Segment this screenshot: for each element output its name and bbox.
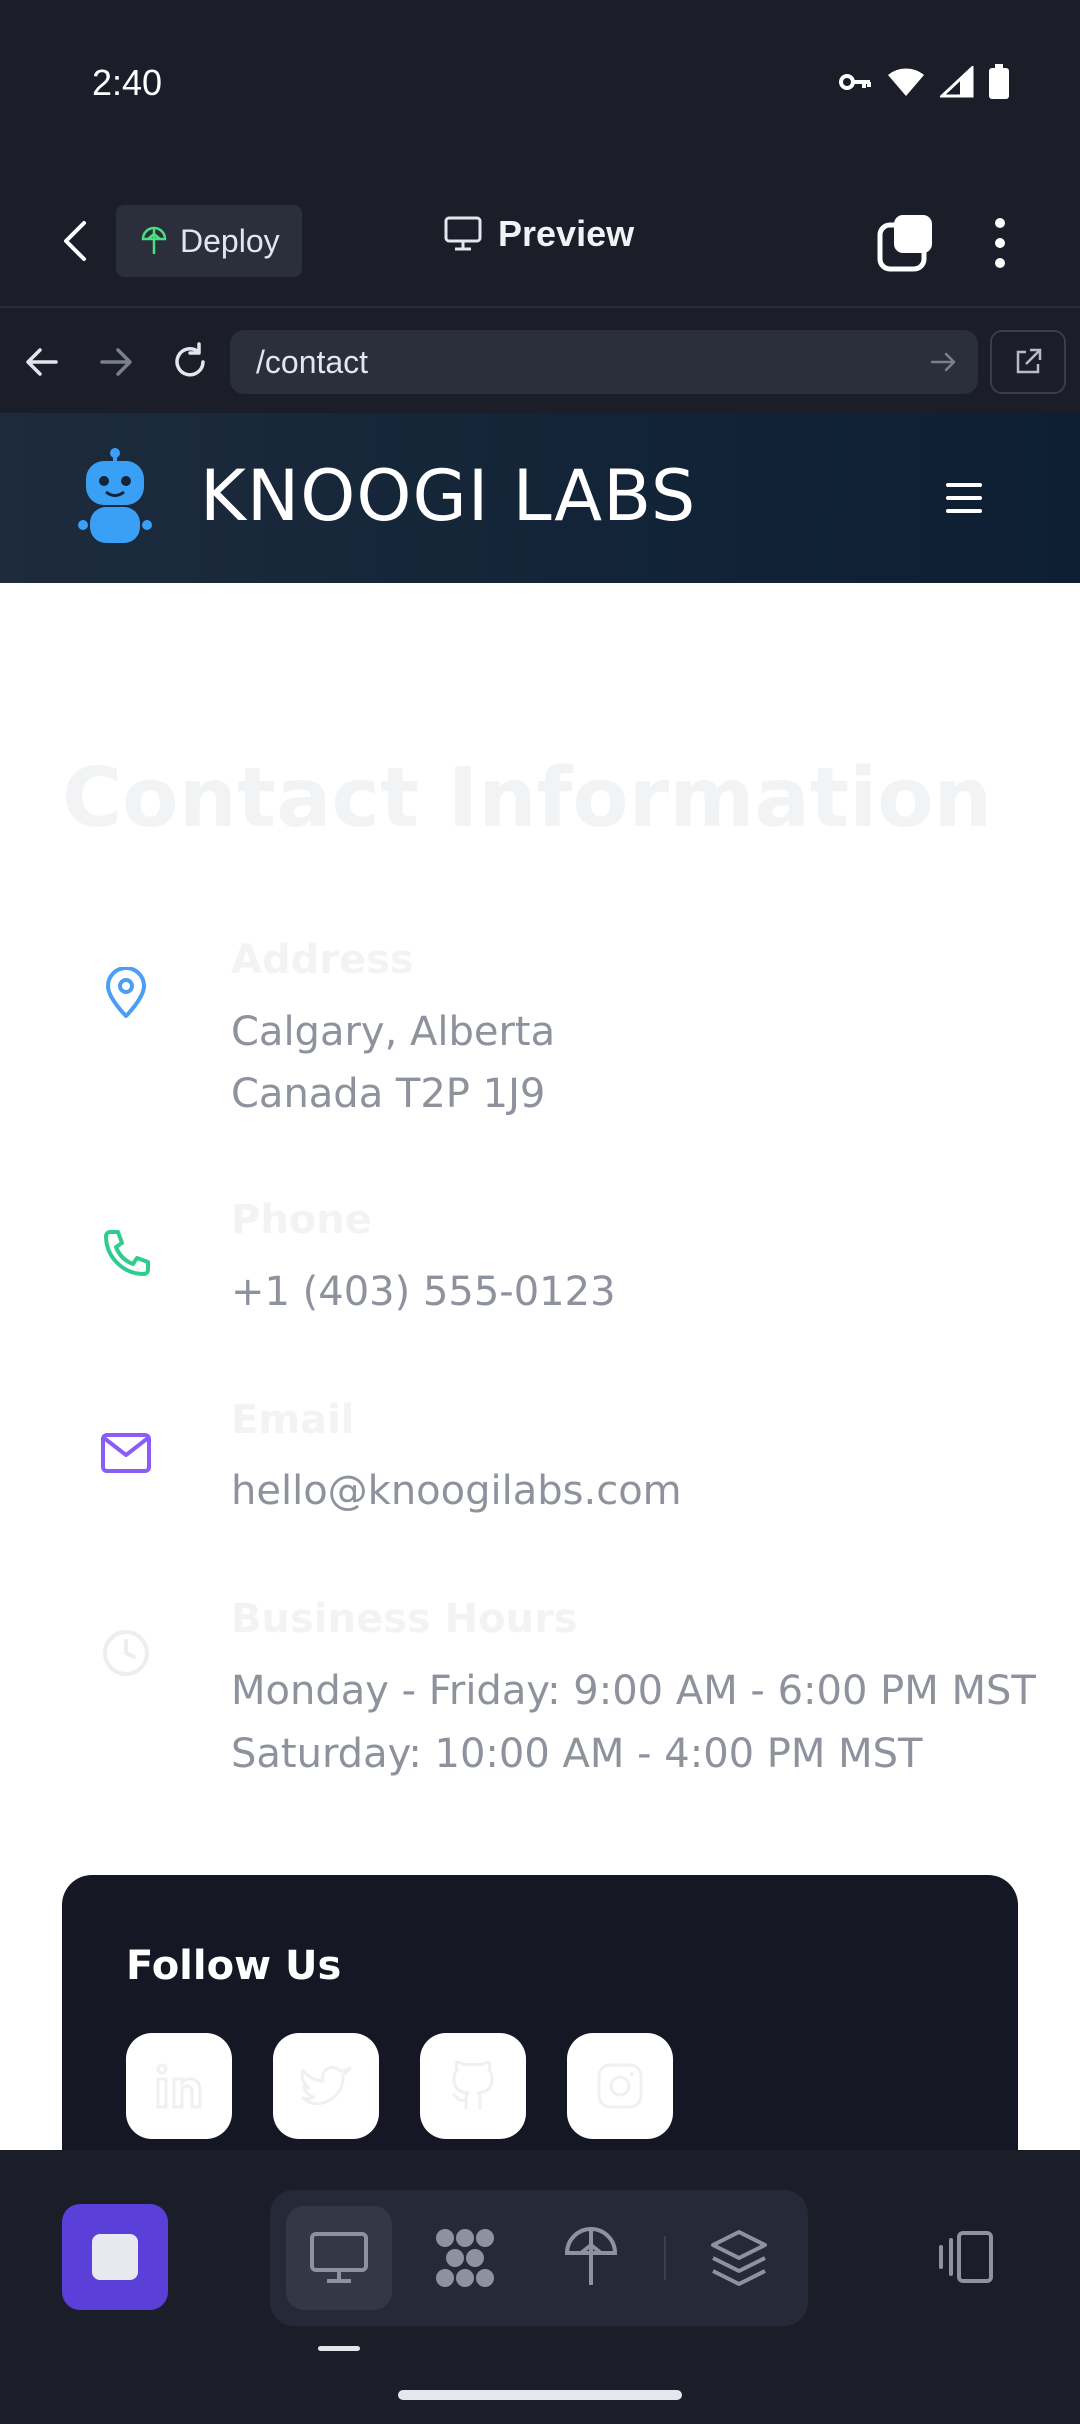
hours-line-2: Saturday: 10:00 AM - 4:00 PM MST: [231, 1731, 923, 1777]
reload-button[interactable]: [166, 338, 214, 386]
status-icons: [838, 64, 1010, 100]
instagram-button[interactable]: [567, 2033, 673, 2139]
preview-label: Preview: [498, 213, 635, 254]
deploy-icon: [141, 226, 167, 254]
email-value[interactable]: hello@knoogilabs.com: [231, 1468, 682, 1514]
monitor-icon: [444, 216, 482, 251]
home-indicator[interactable]: [398, 2390, 682, 2400]
hours-label: Business Hours: [231, 1596, 578, 1642]
address-line-1: Calgary, Alberta: [231, 1009, 556, 1055]
twitter-button[interactable]: [273, 2033, 379, 2139]
key-icon: [839, 74, 871, 90]
email-label: Email: [231, 1397, 355, 1443]
linkedin-icon: [156, 2063, 202, 2109]
site-name[interactable]: KNOOGI LABS: [200, 455, 696, 537]
external-link-icon: [1016, 348, 1042, 374]
divider: [664, 2236, 666, 2280]
instagram-icon: [597, 2063, 643, 2109]
mail-icon: [96, 1423, 156, 1483]
hours-line-1: Monday - Friday: 9:00 AM - 6:00 PM MST: [231, 1668, 1036, 1714]
active-tab-indicator: [318, 2346, 360, 2351]
reload-icon: [175, 342, 205, 377]
site-header: KNOOGI LABS: [0, 413, 1080, 583]
view-mode-group: [270, 2190, 808, 2326]
browser-forward-button[interactable]: [92, 338, 140, 386]
github-icon: [452, 2061, 494, 2110]
hamburger-menu-icon[interactable]: [946, 483, 982, 513]
menu-line: [946, 483, 982, 487]
wifi-icon: [888, 68, 924, 96]
layers-icon: [711, 2230, 767, 2286]
back-button[interactable]: [50, 213, 100, 269]
menu-line: [946, 509, 982, 513]
arrow-right-icon: [100, 348, 132, 376]
phone-icon: [96, 1224, 156, 1284]
modules-icon: [436, 2229, 494, 2287]
components-mode-button[interactable]: [412, 2206, 518, 2310]
dot: [995, 258, 1005, 268]
layers-mode-button[interactable]: [686, 2206, 792, 2310]
browser-back-button[interactable]: [18, 338, 66, 386]
signal-icon: [940, 66, 974, 98]
preview-title: Preview: [444, 213, 634, 255]
device-toggle-button[interactable]: [924, 2204, 1004, 2310]
location-pin-icon: [96, 963, 156, 1023]
twitter-icon: [300, 2065, 352, 2106]
device-rotate-icon: [939, 2231, 993, 2283]
url-field[interactable]: /contact: [230, 330, 978, 394]
url-text: /contact: [256, 343, 369, 380]
deploy-mode-button[interactable]: [538, 2206, 644, 2310]
page-title: Contact Information: [62, 751, 992, 846]
follow-us-title: Follow Us: [126, 1943, 342, 1989]
go-arrow-icon[interactable]: [928, 346, 960, 378]
status-time: 2:40: [92, 62, 163, 103]
menu-line: [946, 496, 982, 500]
monitor-icon: [310, 2232, 368, 2283]
webpage: KNOOGI LABS Contact Information Address …: [0, 413, 1080, 2150]
stop-square-icon: [92, 2234, 138, 2280]
follow-us-card: Follow Us: [62, 1875, 1018, 2150]
open-external-button[interactable]: [990, 330, 1066, 394]
browser-bar: /contact: [0, 310, 1080, 413]
bottom-toolbar: [0, 2150, 1080, 2424]
more-options-button[interactable]: [976, 213, 1024, 273]
preview-mode-button[interactable]: [286, 2206, 392, 2310]
dot: [995, 238, 1005, 248]
robot-logo-icon[interactable]: [78, 447, 152, 547]
address-line-2: Canada T2P 1J9: [231, 1071, 546, 1117]
status-bar: 2:40: [0, 0, 1080, 175]
dot: [995, 218, 1005, 228]
clock-icon: [96, 1623, 156, 1683]
github-button[interactable]: [420, 2033, 526, 2139]
app-stop-button[interactable]: [62, 2204, 168, 2310]
phone-label: Phone: [231, 1197, 372, 1243]
battery-icon: [989, 64, 1009, 99]
address-label: Address: [231, 937, 414, 983]
linkedin-button[interactable]: [126, 2033, 232, 2139]
deploy-button[interactable]: Deploy: [116, 205, 302, 277]
chevron-left-icon: [64, 221, 86, 261]
app-toolbar: Deploy Preview: [0, 175, 1080, 308]
tabs-icon[interactable]: [876, 213, 936, 273]
arrow-left-icon: [26, 348, 58, 376]
phone-value[interactable]: +1 (403) 555-0123: [231, 1269, 616, 1315]
deploy-icon: [564, 2227, 618, 2285]
deploy-label: Deploy: [180, 222, 280, 259]
